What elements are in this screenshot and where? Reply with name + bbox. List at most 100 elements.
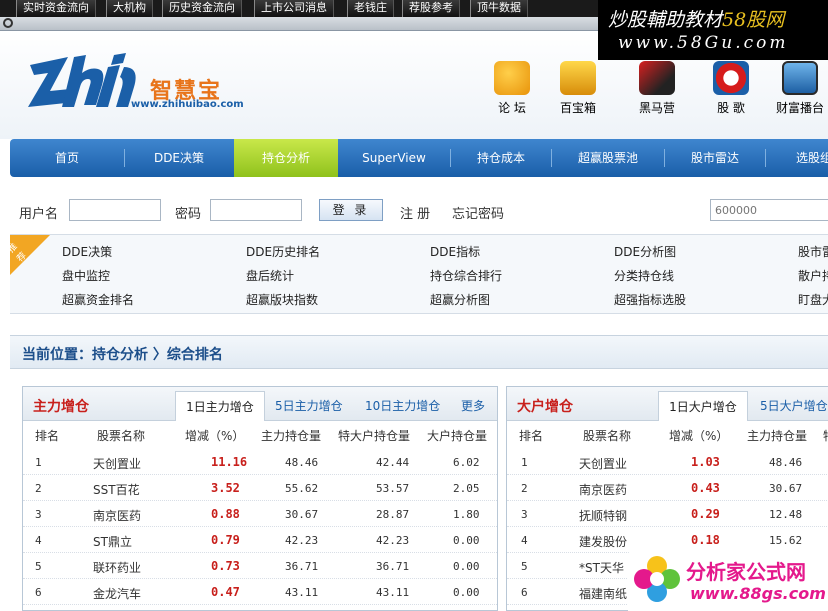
link-after-hours[interactable]: 盘后统计: [246, 267, 294, 284]
main-holding-cell: 36.71: [285, 560, 319, 573]
link-dde-chart[interactable]: DDE分析图: [614, 243, 676, 260]
recommend-badge-text: 推荐: [6, 241, 29, 265]
link-dde-decision[interactable]: DDE决策: [62, 243, 112, 260]
change-cell: 3.52: [211, 481, 240, 495]
stock-name-cell[interactable]: ST鼎立: [93, 533, 132, 550]
stock-name-cell[interactable]: 联环药业: [93, 559, 141, 576]
col-rank: 排名: [519, 429, 544, 443]
dark-horse-link[interactable]: 黑马营: [627, 61, 687, 116]
col-rank: 排名: [35, 429, 60, 443]
dark-horse-label: 黑马营: [638, 101, 675, 115]
tab-1day-large[interactable]: 1日大户增仓: [658, 391, 748, 421]
table-row[interactable]: 4 ST鼎立 0.79 42.23 42.23 0.00: [23, 527, 497, 553]
change-cell: 1.03: [691, 455, 720, 469]
forgot-password-link[interactable]: 忘记密码: [452, 203, 504, 222]
top-tab-big-institution[interactable]: 大机构: [106, 0, 153, 17]
main-holding-cell: 15.62: [769, 534, 803, 547]
link-analysis-chart[interactable]: 超赢分析图: [430, 291, 490, 308]
super-holding-cell: 28.87: [376, 508, 410, 521]
nav-market-radar[interactable]: 股市雷达: [665, 139, 765, 177]
link-intraday-monitor[interactable]: 盘中监控: [62, 267, 110, 284]
watermark-top-url: www.58Gu.com: [618, 33, 789, 53]
stock-code-input[interactable]: [710, 199, 828, 221]
nav-dde-decision[interactable]: DDE决策: [125, 139, 233, 177]
nav-position-cost[interactable]: 持仓成本: [451, 139, 551, 177]
stock-song-link[interactable]: 股 歌: [701, 61, 761, 116]
col-super-holding: 特大户持仓量: [338, 429, 411, 443]
large-holding-cell: 1.80: [453, 508, 480, 521]
treasure-box-link[interactable]: 百宝箱: [548, 61, 608, 116]
col-super-holding: 特: [823, 427, 828, 444]
link-market-radar[interactable]: 股市雷: [798, 243, 828, 260]
logo-url: www.zhihuibao.com: [131, 99, 244, 110]
table-row[interactable]: 3 南京医药 0.88 30.67 28.87 1.80: [23, 501, 497, 527]
table-row[interactable]: 3 抚顺特钢 0.29 12.48: [507, 501, 828, 527]
link-fund-ranking[interactable]: 超赢资金排名: [62, 291, 134, 308]
table-row[interactable]: 2 南京医药 0.43 30.67: [507, 475, 828, 501]
link-dde-indicator[interactable]: DDE指标: [430, 243, 480, 260]
table-row[interactable]: 1 天创置业 1.03 48.46: [507, 449, 828, 475]
password-input[interactable]: [210, 199, 302, 221]
top-tab-company-news[interactable]: 上市公司消息: [254, 0, 334, 17]
stock-name-cell[interactable]: 天创置业: [579, 455, 627, 472]
panel-title: 主力增仓: [33, 399, 89, 415]
large-holding-cell: 2.05: [453, 482, 480, 495]
nav-home[interactable]: 首页: [10, 139, 124, 177]
link-category-position[interactable]: 分类持仓线: [614, 267, 674, 284]
tab-1day-main[interactable]: 1日主力增仓: [175, 391, 265, 421]
stock-name-cell[interactable]: 福建南纸: [579, 585, 627, 602]
nav-superview[interactable]: SuperView: [338, 139, 450, 177]
link-dde-history[interactable]: DDE历史排名: [246, 243, 320, 260]
nav-stock-pool[interactable]: 超赢股票池: [552, 139, 664, 177]
link-sector-index[interactable]: 超赢版块指数: [246, 291, 318, 308]
search-icon[interactable]: [3, 18, 13, 28]
nav-stock-picker[interactable]: 选股组: [766, 139, 828, 177]
table-row[interactable]: 6 金龙汽车 0.47 43.11 43.11 0.00: [23, 579, 497, 605]
login-button[interactable]: 登 录: [319, 199, 383, 221]
top-tab-old-bank[interactable]: 老钱庄: [347, 0, 394, 17]
stock-name-cell[interactable]: *ST天华: [579, 559, 624, 576]
rank-cell: 5: [521, 560, 528, 573]
watermark-top: 炒股輔助教材58股网 www.58Gu.com: [598, 0, 828, 60]
rank-cell: 2: [35, 482, 42, 495]
stock-name-cell[interactable]: 南京医药: [579, 481, 627, 498]
forum-label: 论 坛: [498, 101, 526, 115]
stock-name-cell[interactable]: 金龙汽车: [93, 585, 141, 602]
large-holding-cell: 0.00: [453, 534, 480, 547]
tab-10day-main[interactable]: 10日主力增仓: [365, 391, 440, 421]
main-holding-cell: 42.23: [285, 534, 319, 547]
wealth-broadcast-label: 财富播台: [775, 101, 824, 115]
stock-name-cell[interactable]: 抚顺特钢: [579, 507, 627, 524]
change-cell: 0.47: [211, 585, 240, 599]
wealth-broadcast-link[interactable]: 财富播台: [770, 61, 828, 116]
main-force-increase-panel: 主力增仓 1日主力增仓 5日主力增仓 10日主力增仓 更多 排名 股票名称 增减…: [22, 386, 498, 611]
stock-name-cell[interactable]: 南京医药: [93, 507, 141, 524]
table-row[interactable]: 2 SST百花 3.52 55.62 53.57 2.05: [23, 475, 497, 501]
top-tab-recommend[interactable]: 荐股参考: [402, 0, 460, 17]
register-link[interactable]: 注 册: [400, 203, 430, 222]
more-link[interactable]: 更多: [461, 391, 485, 421]
link-indicator-picker[interactable]: 超强指标选股: [614, 291, 686, 308]
forum-link[interactable]: 论 坛: [482, 61, 542, 116]
nav-position-analysis[interactable]: 持仓分析: [234, 139, 338, 177]
watermark-top-text-b: 58股网: [722, 9, 785, 31]
flower-logo-icon: [634, 556, 680, 602]
link-position-ranking[interactable]: 持仓综合排行: [430, 267, 502, 284]
tab-5day-main[interactable]: 5日主力增仓: [275, 391, 343, 421]
page: 实时资金流向 大机构 历史资金流向 上市公司消息 老钱庄 荐股参考 顶牛数据 炒…: [0, 0, 828, 611]
table-row[interactable]: 1 天创置业 11.16 48.46 42.44 6.02: [23, 449, 497, 475]
stock-name-cell[interactable]: 天创置业: [93, 455, 141, 472]
stock-name-cell[interactable]: 建发股份: [579, 533, 627, 550]
main-holding-cell: 30.67: [769, 482, 803, 495]
col-stock-name: 股票名称: [583, 429, 632, 443]
tab-5day-large[interactable]: 5日大户增仓: [760, 391, 828, 421]
table-row[interactable]: 5 联环药业 0.73 36.71 36.71 0.00: [23, 553, 497, 579]
link-watch-market[interactable]: 盯盘大: [798, 291, 828, 308]
link-retail-position[interactable]: 散户持: [798, 267, 828, 284]
username-input[interactable]: [69, 199, 161, 221]
top-tab-history-flow[interactable]: 历史资金流向: [162, 0, 242, 17]
zhihuibao-logo-icon[interactable]: [28, 51, 138, 111]
stock-name-cell[interactable]: SST百花: [93, 481, 140, 498]
top-tab-top-bull[interactable]: 顶牛数据: [470, 0, 528, 17]
top-tab-realtime-flow[interactable]: 实时资金流向: [16, 0, 96, 17]
